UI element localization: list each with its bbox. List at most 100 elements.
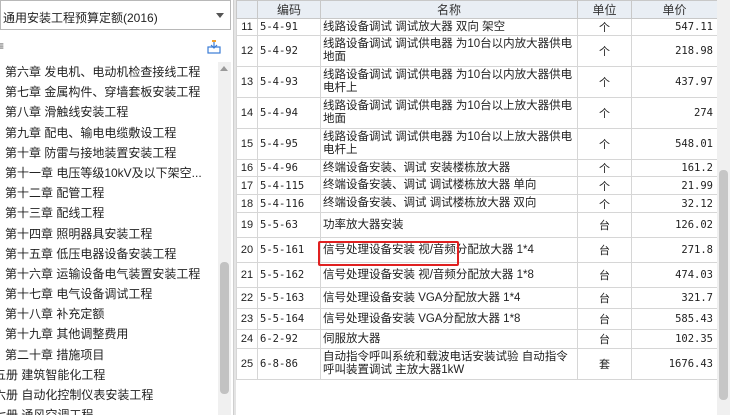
chevron-down-icon[interactable] <box>216 13 224 18</box>
cell-price: 585.43 <box>631 308 718 330</box>
table-row[interactable]: 17 5-4-115 终端设备安装、调试 调试楼栋放大器 单向个 21.99 <box>236 176 718 195</box>
tree-item[interactable]: 第九章 配电、输电电缆敷设工程 <box>0 123 218 143</box>
table-scrollbar[interactable] <box>717 0 730 415</box>
cell-name: 线路设备调试 调试供电器 为10台以内放大器供电 电杆上 <box>320 66 578 98</box>
cell-unit: 台 <box>577 329 632 349</box>
table-row[interactable]: 22 5-5-163 信号处理设备安装 VGA分配放大器 1*4 台 321.7 <box>236 287 718 309</box>
highlight-box <box>318 241 459 266</box>
cell-price: 474.03 <box>631 262 718 288</box>
cell-unit: 台 <box>577 262 632 288</box>
table-row[interactable]: 12 5-4-92 线路设备调试 调试供电器 为10台以内放大器供电 地面个 218.… <box>236 35 718 67</box>
cell-name: 功率放大器安装 <box>320 212 578 238</box>
cell-seq: 19 <box>236 212 258 238</box>
cell-name: 终端设备安装、调试 调试楼栋放大器 双向 <box>320 194 578 213</box>
header-name[interactable]: 名称 <box>320 0 578 19</box>
cell-price: 274 <box>631 97 718 129</box>
tree-item[interactable]: 第十六章 运输设备电气装置安装工程 <box>0 264 218 284</box>
cell-name: 自动指令呼叫系统和载波电话安装试验 自动指令呼叫装置调试 主放大器1kW <box>320 348 578 380</box>
cell-price: 218.98 <box>631 35 718 67</box>
quota-table: 编码 名称 单位 单价 11 5-4-91 线路设备调试 调试放大器 双向 架空个 5… <box>236 0 718 380</box>
cell-seq: 24 <box>236 329 258 349</box>
cell-seq: 18 <box>236 194 258 213</box>
tree-item[interactable]: 第十三章 配线工程 <box>0 203 218 223</box>
quota-library-value: 通用安装工程预算定额(2016) <box>3 11 158 25</box>
cell-name: 终端设备安装、调试 调试楼栋放大器 单向 <box>320 176 578 195</box>
cell-seq: 22 <box>236 287 258 309</box>
table-row[interactable]: 15 5-4-95 线路设备调试 调试供电器 为10台以上放大器供电 电杆上个 548… <box>236 128 718 160</box>
cell-name: 信号处理设备安装 VGA分配放大器 1*4 <box>320 287 578 309</box>
quota-library-dropdown[interactable]: 通用安装工程预算定额(2016) <box>0 0 231 30</box>
cell-code: 5-5-163 <box>257 287 321 309</box>
cell-price: 437.97 <box>631 66 718 98</box>
table-row[interactable]: 11 5-4-91 线路设备调试 调试放大器 双向 架空个 547.11 <box>236 18 718 36</box>
cell-unit: 个 <box>577 128 632 160</box>
table-row[interactable]: 24 6-2-92 伺服放大器台 102.35 <box>236 329 718 349</box>
table-row[interactable]: 14 5-4-94 线路设备调试 调试供电器 为10台以上放大器供电 地面个 274 <box>236 97 718 129</box>
tree-item[interactable]: 第十二章 配管工程 <box>0 183 218 203</box>
cell-seq: 23 <box>236 308 258 330</box>
cell-seq: 25 <box>236 348 258 380</box>
tree-item[interactable]: 第七章 金属构件、穿墙套板安装工程 <box>0 82 218 102</box>
cell-unit: 个 <box>577 35 632 67</box>
table-row[interactable]: 21 5-5-162 信号处理设备安装 视/音频分配放大器 1*8 台 474.03 <box>236 262 718 288</box>
cell-unit: 台 <box>577 308 632 330</box>
tree-item[interactable]: 第十九章 其他调整费用 <box>0 324 218 344</box>
table-row[interactable]: 16 5-4-96 终端设备安装、调试 安装楼栋放大器个 161.2 <box>236 159 718 177</box>
cell-code: 6-8-86 <box>257 348 321 380</box>
table-scrollbar-thumb[interactable] <box>719 170 728 400</box>
filter-icon[interactable]: ≡ <box>0 39 4 53</box>
chapter-tree: 第六章 发电机、电动机检查接线工程 第七章 金属构件、穿墙套板安装工程 第八章 滑触… <box>0 62 218 415</box>
cell-seq: 20 <box>236 237 258 263</box>
header-seq <box>236 0 258 19</box>
cell-seq: 21 <box>236 262 258 288</box>
cell-unit: 个 <box>577 97 632 129</box>
scroll-up-icon[interactable] <box>220 66 228 71</box>
tree-scrollbar-thumb[interactable] <box>220 262 229 394</box>
quota-tree-panel: 通用安装工程预算定额(2016) ≡ 第六章 发电机、电动机检查接线工程 第七章 … <box>0 0 233 415</box>
tree-item[interactable]: 第八章 滑触线安装工程 <box>0 102 218 122</box>
cell-seq: 11 <box>236 18 258 36</box>
tree-item[interactable]: 第十四章 照明器具安装工程 <box>0 224 218 244</box>
cell-name: 线路设备调试 调试供电器 为10台以上放大器供电 电杆上 <box>320 128 578 160</box>
tree-scrollbar[interactable] <box>218 62 231 415</box>
download-icon[interactable] <box>207 40 221 54</box>
tree-toolbar: ≡ <box>0 36 231 60</box>
tree-item[interactable]: 第二十章 措施项目 <box>0 345 218 365</box>
cell-code: 5-5-161 <box>257 237 321 263</box>
tree-item[interactable]: 第六章 发电机、电动机检查接线工程 <box>0 62 218 82</box>
table-row[interactable]: 25 6-8-86 自动指令呼叫系统和载波电话安装试验 自动指令呼叫装置调试 主放大… <box>236 348 718 380</box>
cell-price: 161.2 <box>631 159 718 177</box>
cell-name: 信号处理设备安装 视/音频分配放大器 1*8 <box>320 262 578 288</box>
table-row[interactable]: 19 5-5-63 功率放大器安装台 126.02 <box>236 212 718 238</box>
cell-unit: 台 <box>577 287 632 309</box>
header-unit[interactable]: 单位 <box>577 0 632 19</box>
table-row[interactable]: 18 5-4-116 终端设备安装、调试 调试楼栋放大器 双向个 32.12 <box>236 194 718 213</box>
header-price[interactable]: 单价 <box>631 0 718 19</box>
cell-name: 信号处理设备安装 VGA分配放大器 1*8 <box>320 308 578 330</box>
cell-code: 5-5-63 <box>257 212 321 238</box>
cell-name: 伺服放大器 <box>320 329 578 349</box>
table-row[interactable]: 13 5-4-93 线路设备调试 调试供电器 为10台以内放大器供电 电杆上个 437… <box>236 66 718 98</box>
cell-code: 5-4-95 <box>257 128 321 160</box>
cell-seq: 13 <box>236 66 258 98</box>
cell-seq: 12 <box>236 35 258 67</box>
tree-item[interactable]: 五册 建筑智能化工程 <box>0 365 218 385</box>
tree-item[interactable]: 第十五章 低压电器设备安装工程 <box>0 244 218 264</box>
tree-item[interactable]: 第十一章 电压等级10kV及以下架空... <box>0 163 218 183</box>
cell-code: 5-4-115 <box>257 176 321 195</box>
table-row[interactable]: 20 5-5-161 信号处理设备安装 视/音频分配放大器 1*4 台 271.8 <box>236 237 718 263</box>
cell-code: 5-5-162 <box>257 262 321 288</box>
header-code[interactable]: 编码 <box>257 0 321 19</box>
cell-name: 线路设备调试 调试放大器 双向 架空 <box>320 18 578 36</box>
tree-item[interactable]: 第十七章 电气设备调试工程 <box>0 284 218 304</box>
cell-price: 548.01 <box>631 128 718 160</box>
cell-unit: 个 <box>577 194 632 213</box>
tree-item[interactable]: 六册 自动化控制仪表安装工程 <box>0 385 218 405</box>
cell-code: 6-2-92 <box>257 329 321 349</box>
cell-unit: 个 <box>577 159 632 177</box>
cell-price: 547.11 <box>631 18 718 36</box>
tree-item[interactable]: 七册 通风空调工程 <box>0 405 218 415</box>
table-row[interactable]: 23 5-5-164 信号处理设备安装 VGA分配放大器 1*8 台 585.43 <box>236 308 718 330</box>
tree-item[interactable]: 第十八章 补充定额 <box>0 304 218 324</box>
tree-item[interactable]: 第十章 防雷与接地装置安装工程 <box>0 143 218 163</box>
